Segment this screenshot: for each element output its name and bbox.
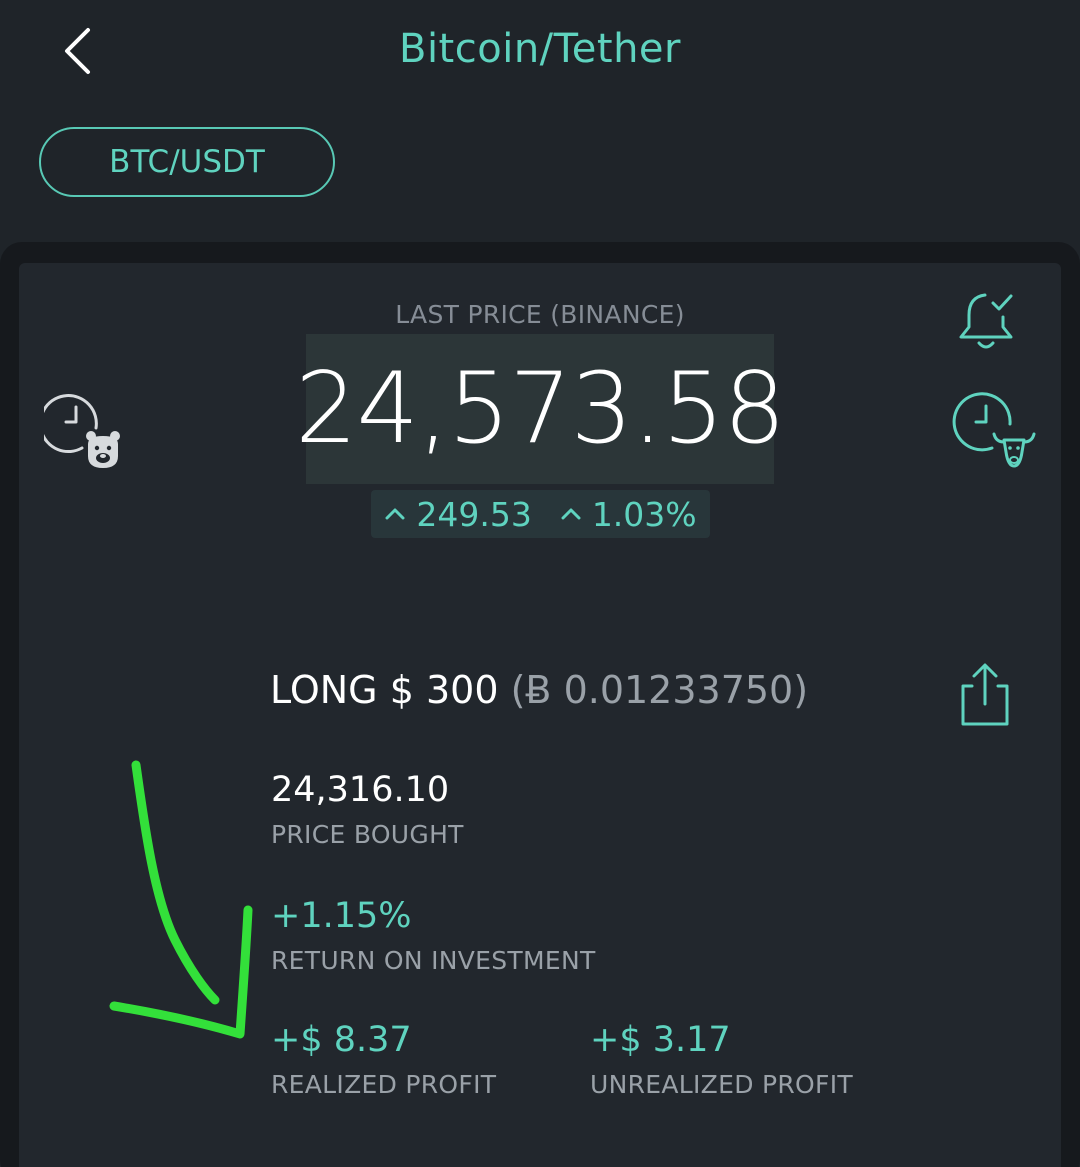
last-price-box: 24,573.58 xyxy=(295,334,786,484)
caret-up-icon xyxy=(561,508,581,520)
price-bought-value: 24,316.10 xyxy=(271,770,450,810)
bear-alarm-button[interactable] xyxy=(38,390,128,478)
trade-detail-screen: Bitcoin/Tether BTC/USDT LAST PRICE (BINA… xyxy=(0,0,1080,1167)
bell-check-icon xyxy=(959,293,1013,349)
alert-button[interactable] xyxy=(955,285,1019,357)
share-button[interactable] xyxy=(958,662,1012,732)
roi-value: +1.15% xyxy=(271,896,412,936)
position-summary: LONG $ 300 (Ƀ 0.01233750) xyxy=(270,668,808,712)
price-bought-stat: 24,316.10 PRICE BOUGHT xyxy=(271,770,464,849)
price-change-badge: 249.53 1.03% xyxy=(371,490,710,538)
unrealized-profit-stat: +$ 3.17 UNREALIZED PROFIT xyxy=(590,1020,853,1099)
unrealized-profit-label: UNREALIZED PROFIT xyxy=(590,1070,853,1099)
bull-alarm-button[interactable] xyxy=(952,390,1040,478)
position-side: LONG xyxy=(270,668,378,712)
price-change-percent: 1.03% xyxy=(591,494,697,534)
realized-profit-value: +$ 8.37 xyxy=(271,1020,412,1060)
position-amount: $ 300 xyxy=(389,668,499,712)
share-icon xyxy=(961,663,1009,726)
pair-selector-button[interactable]: BTC/USDT xyxy=(39,127,335,197)
price-bought-label: PRICE BOUGHT xyxy=(271,820,464,849)
roi-label: RETURN ON INVESTMENT xyxy=(271,946,596,975)
price-change-absolute: 249.53 xyxy=(416,494,532,534)
last-price-label: LAST PRICE (BINANCE) xyxy=(395,300,685,329)
unrealized-profit-value: +$ 3.17 xyxy=(590,1020,731,1060)
caret-up-icon xyxy=(385,508,405,520)
bear-clock-icon xyxy=(38,394,120,468)
realized-profit-label: REALIZED PROFIT xyxy=(271,1070,497,1099)
roi-stat: +1.15% RETURN ON INVESTMENT xyxy=(271,896,596,975)
bull-clock-icon xyxy=(952,392,1036,468)
last-price-value: 24,573.58 xyxy=(295,352,786,466)
position-btc-amount: (Ƀ 0.01233750) xyxy=(510,668,809,712)
realized-profit-stat: +$ 8.37 REALIZED PROFIT xyxy=(271,1020,496,1099)
page-title: Bitcoin/Tether xyxy=(399,26,681,72)
